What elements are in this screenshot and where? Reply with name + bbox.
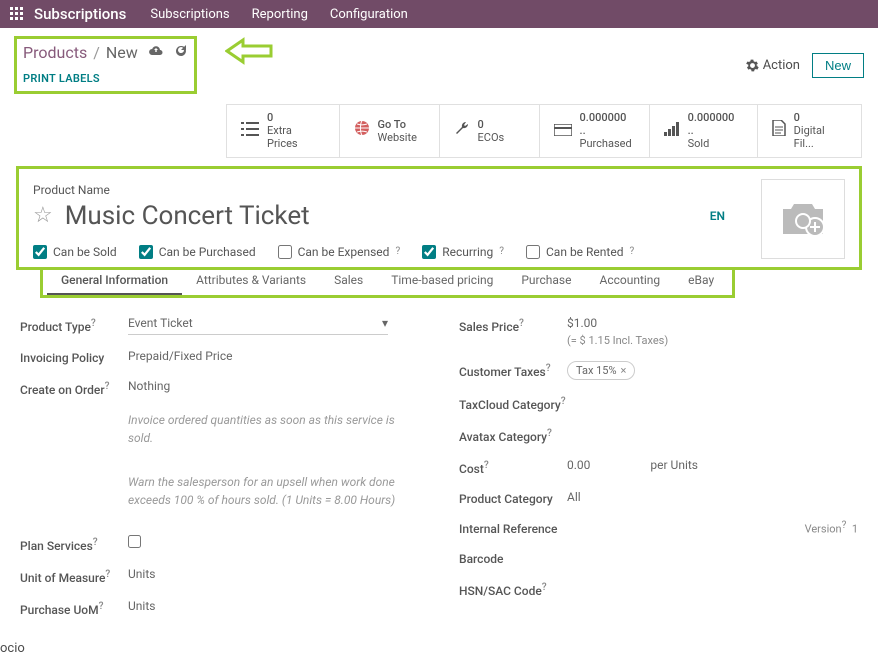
version-value: 1 <box>852 522 858 535</box>
tab-time-based-pricing[interactable]: Time-based pricing <box>377 267 507 295</box>
stat-purchased[interactable]: 0.000000 ..Purchased <box>539 105 649 157</box>
product-header-box: Product Name ☆ Music Concert Ticket EN C… <box>16 166 862 270</box>
print-labels-button[interactable]: PRINT LABELS <box>23 72 188 85</box>
stat-digital-files[interactable]: 0Digital Fil... <box>757 105 862 157</box>
stat-extra-prices[interactable]: 0Extra Prices <box>226 105 339 157</box>
caret-down-icon: ▾ <box>382 316 388 330</box>
action-menu[interactable]: Action <box>746 58 800 73</box>
discard-icon[interactable] <box>174 44 188 62</box>
tab-sales[interactable]: Sales <box>320 267 377 295</box>
globe-icon <box>354 120 370 141</box>
sales-price-label: Sales Price <box>459 320 519 334</box>
action-buttons: Action New <box>746 53 864 78</box>
left-column: Product Type? Event Ticket▾ Invoicing Po… <box>20 316 419 631</box>
apps-icon[interactable] <box>8 5 26 23</box>
invoicing-policy-value[interactable]: Prepaid/Fixed Price <box>128 349 419 363</box>
product-name-input[interactable]: Music Concert Ticket <box>65 201 698 231</box>
tab-ebay[interactable]: eBay <box>674 267 728 295</box>
breadcrumb-current: New <box>106 43 138 62</box>
help-text-1: Invoice ordered quantities as soon as th… <box>128 411 419 447</box>
invoicing-policy-label: Invoicing Policy <box>20 349 128 365</box>
breadcrumb-root[interactable]: Products <box>23 43 87 62</box>
help-icon: ? <box>499 246 504 257</box>
breadcrumb-highlight: Products / New PRINT LABELS <box>14 36 197 94</box>
stat-sold[interactable]: 0.000000 ..Sold <box>649 105 757 157</box>
new-button[interactable]: New <box>812 53 864 78</box>
tab-accounting[interactable]: Accounting <box>585 267 674 295</box>
menu-configuration[interactable]: Configuration <box>330 7 408 22</box>
camera-add-icon <box>778 199 828 239</box>
cost-label: Cost <box>459 462 484 476</box>
can-be-purchased-checkbox[interactable]: Can be Purchased <box>139 245 256 259</box>
sales-price-incl-tax: (= $ 1.15 Incl. Taxes) <box>567 334 858 347</box>
cloud-save-icon[interactable] <box>148 45 164 61</box>
cost-value[interactable]: 0.00 <box>567 458 590 472</box>
stat-ecos[interactable]: 0ECOs <box>439 105 539 157</box>
stat-buttons: 0Extra Prices Go ToWebsite 0ECOs 0.00000… <box>226 104 862 158</box>
purchase-uom-value[interactable]: Units <box>128 599 419 613</box>
right-column: Sales Price? $1.00 (= $ 1.15 Incl. Taxes… <box>459 316 858 631</box>
taxcloud-category-label: TaxCloud Category <box>459 398 561 412</box>
menu-reporting[interactable]: Reporting <box>252 7 308 22</box>
unit-of-measure-label: Unit of Measure <box>20 571 105 585</box>
breadcrumb: Products / New <box>23 43 188 62</box>
breadcrumb-bar: Products / New PRINT LABELS Action New <box>0 28 878 94</box>
bars-icon <box>664 120 680 141</box>
menu-subscriptions[interactable]: Subscriptions <box>150 7 229 22</box>
help-icon: ? <box>395 246 400 257</box>
product-type-select[interactable]: Event Ticket▾ <box>128 316 388 335</box>
purchase-uom-label: Purchase UoM <box>20 603 99 617</box>
stat-goto-website[interactable]: Go ToWebsite <box>339 105 439 157</box>
product-type-label: Product Type <box>20 320 91 334</box>
product-name-label: Product Name <box>33 183 845 197</box>
plan-services-label: Plan Services <box>20 539 93 553</box>
hsn-sac-code-label: HSN/SAC Code <box>459 584 542 598</box>
sales-price-value[interactable]: $1.00 <box>567 316 858 330</box>
favorite-star-icon[interactable]: ☆ <box>33 203 53 228</box>
remove-tax-icon[interactable]: × <box>621 364 627 377</box>
product-flags: Can be Sold Can be Purchased Can be Expe… <box>33 245 845 259</box>
list-icon <box>241 120 259 141</box>
breadcrumb-sep: / <box>93 43 100 62</box>
create-on-order-value[interactable]: Nothing <box>128 379 419 393</box>
card-icon <box>554 120 572 141</box>
product-image-placeholder[interactable] <box>761 179 845 259</box>
help-text-2: Warn the salesperson for an upsell when … <box>128 473 419 509</box>
arrow-left-icon <box>225 36 273 66</box>
language-button[interactable]: EN <box>710 209 725 223</box>
tab-general-information[interactable]: General Information <box>47 267 182 295</box>
product-category-label: Product Category <box>459 490 567 506</box>
can-be-rented-checkbox[interactable]: Can be Rented? <box>526 245 634 259</box>
tax-chip[interactable]: Tax 15%× <box>567 361 635 380</box>
tab-purchase[interactable]: Purchase <box>507 267 585 295</box>
internal-reference-label: Internal Reference <box>459 520 567 536</box>
help-icon: ? <box>629 246 634 257</box>
tab-bar: General Information Attributes & Variant… <box>40 267 735 298</box>
file-icon <box>772 120 786 141</box>
product-category-value[interactable]: All <box>567 490 858 504</box>
can-be-expensed-checkbox[interactable]: Can be Expensed? <box>278 245 401 259</box>
create-on-order-label: Create on Order <box>20 383 105 397</box>
unit-of-measure-value[interactable]: Units <box>128 567 419 581</box>
tab-attributes-variants[interactable]: Attributes & Variants <box>182 267 320 295</box>
cost-per: per Units <box>650 458 698 472</box>
top-nav: Subscriptions Subscriptions Reporting Co… <box>0 0 878 28</box>
barcode-label: Barcode <box>459 550 567 566</box>
brand-title[interactable]: Subscriptions <box>34 5 126 23</box>
recurring-checkbox[interactable]: Recurring? <box>422 245 504 259</box>
form-body: Product Type? Event Ticket▾ Invoicing Po… <box>16 316 862 631</box>
can-be-sold-checkbox[interactable]: Can be Sold <box>33 245 117 259</box>
wrench-icon <box>454 120 470 141</box>
avatax-category-label: Avatax Category <box>459 430 547 444</box>
gear-icon <box>746 59 759 72</box>
plan-services-checkbox[interactable] <box>128 535 141 548</box>
customer-taxes-label: Customer Taxes <box>459 365 546 379</box>
